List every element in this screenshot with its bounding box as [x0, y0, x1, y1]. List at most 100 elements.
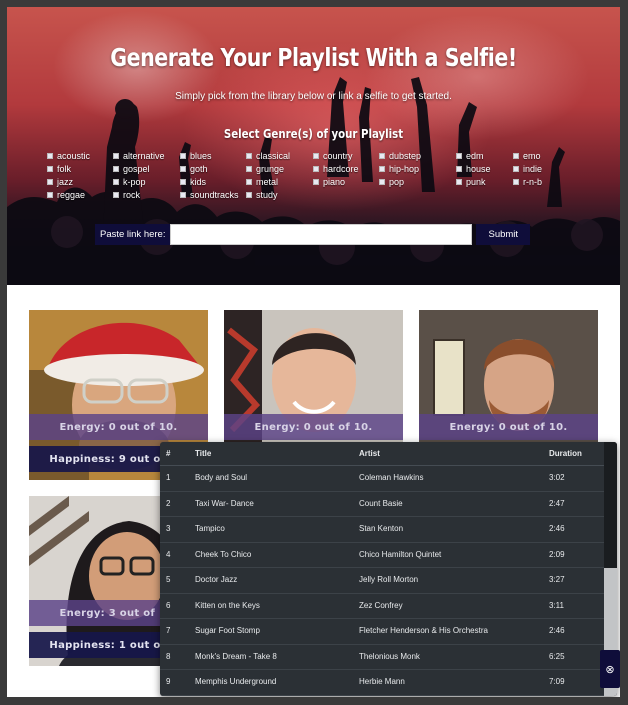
table-row[interactable]: 7 Sugar Foot Stomp Fletcher Henderson & Hi… [160, 619, 604, 645]
genre-checkbox[interactable] [246, 192, 252, 198]
genre-checkbox[interactable] [246, 166, 252, 172]
table-row[interactable]: 8 Monk's Dream - Take 8 Thelonious Monk 6:2… [160, 645, 604, 670]
genre-option-house[interactable]: house [456, 163, 491, 175]
track-artist: Count Basie [359, 498, 403, 508]
genre-option-metal[interactable]: metal [246, 176, 278, 188]
genre-checkbox[interactable] [513, 153, 519, 159]
header-number: # [166, 449, 171, 458]
track-artist: Zez Confrey [359, 600, 403, 610]
track-artist: Jelly Roll Morton [359, 575, 419, 584]
genre-checkbox[interactable] [180, 153, 186, 159]
track-title: Doctor Jazz [195, 575, 238, 584]
genre-label: emo [523, 151, 541, 161]
table-row[interactable]: 5 Doctor Jazz Jelly Roll Morton 3:27 [160, 568, 604, 594]
playlist-table: # Title Artist Duration 1 Body and Soul Co… [160, 442, 604, 696]
genre-option-rock[interactable]: rock [113, 189, 140, 201]
track-title: Cheek To Chico [195, 549, 252, 559]
genre-label: metal [256, 177, 279, 187]
genre-option-r-n-b[interactable]: r-n-b [513, 176, 542, 188]
genre-checkbox[interactable] [456, 153, 462, 159]
track-title: Tampico [195, 524, 225, 533]
genre-option-dubstep[interactable]: dubstep [379, 150, 421, 162]
genre-checkbox[interactable] [513, 166, 519, 172]
track-number: 1 [166, 473, 171, 482]
genre-label: study [256, 190, 278, 200]
genre-option-piano[interactable]: piano [313, 176, 345, 188]
genre-option-hardcore[interactable]: hardcore [313, 163, 359, 175]
genre-checkbox[interactable] [246, 179, 252, 185]
track-duration: 3:27 [549, 575, 565, 584]
table-row[interactable]: 2 Taxi War- Dance Count Basie 2:47 [160, 492, 604, 517]
table-row[interactable]: 4 Cheek To Chico Chico Hamilton Quintet 2:0… [160, 543, 604, 568]
genre-option-edm[interactable]: edm [456, 150, 484, 162]
genre-option-jazz[interactable]: jazz [47, 176, 73, 188]
track-title: Kitten on the Keys [195, 600, 260, 610]
genre-option-folk[interactable]: folk [47, 163, 71, 175]
genre-checkbox[interactable] [313, 153, 319, 159]
genre-checkbox[interactable] [47, 192, 53, 198]
genre-checkbox[interactable] [180, 192, 186, 198]
track-artist: Chico Hamilton Quintet [359, 549, 442, 559]
genre-option-blues[interactable]: blues [180, 150, 212, 162]
genre-label: hardcore [323, 164, 359, 174]
genre-checkbox[interactable] [180, 166, 186, 172]
genre-option-gospel[interactable]: gospel [113, 163, 150, 175]
genre-checkbox[interactable] [313, 166, 319, 172]
genre-option-indie[interactable]: indie [513, 163, 542, 175]
track-duration: 3:11 [549, 600, 564, 610]
table-row[interactable]: 9 Memphis Underground Herbie Mann 7:09 [160, 670, 604, 696]
genre-option-country[interactable]: country [313, 150, 353, 162]
table-row[interactable]: 3 Tampico Stan Kenton 2:46 [160, 517, 604, 543]
genre-checkbox[interactable] [47, 166, 53, 172]
genre-checkbox[interactable] [513, 179, 519, 185]
genre-checkbox[interactable] [113, 153, 119, 159]
genre-label: r-n-b [523, 177, 543, 187]
genre-option-alternative[interactable]: alternative [113, 150, 165, 162]
table-header-row: # Title Artist Duration [160, 442, 604, 466]
track-number: 8 [166, 651, 171, 661]
submit-button[interactable]: Submit [476, 224, 531, 245]
genre-option-reggae[interactable]: reggae [47, 189, 85, 201]
genre-label: kids [190, 177, 207, 187]
genre-checkbox[interactable] [379, 153, 385, 159]
genre-heading: Select Genre(s) of your Playlist [223, 127, 404, 141]
app-frame: Generate Your Playlist With a Selfie! Si… [7, 7, 620, 697]
genre-checkbox[interactable] [313, 179, 319, 185]
genre-option-hip-hop[interactable]: hip-hop [379, 163, 419, 175]
genre-option-emo[interactable]: emo [513, 150, 541, 162]
genre-checkbox[interactable] [246, 153, 252, 159]
genre-checkbox[interactable] [456, 166, 462, 172]
genre-checkbox[interactable] [47, 179, 53, 185]
track-artist: Herbie Mann [359, 677, 405, 686]
genre-checkbox[interactable] [379, 166, 385, 172]
header-title: Title [195, 449, 212, 458]
track-title: Sugar Foot Stomp [195, 626, 260, 635]
genre-option-soundtracks[interactable]: soundtracks [180, 189, 239, 201]
genre-option-kids[interactable]: kids [180, 176, 206, 188]
genre-label: pop [389, 177, 405, 187]
genre-option-acoustic[interactable]: acoustic [47, 150, 90, 162]
link-input[interactable] [170, 224, 473, 245]
genre-option-goth[interactable]: goth [180, 163, 208, 175]
genre-option-grunge[interactable]: grunge [246, 163, 284, 175]
track-number: 5 [166, 575, 171, 584]
genre-option-study[interactable]: study [246, 189, 278, 201]
genre-label: jazz [57, 177, 74, 187]
genre-option-classical[interactable]: classical [246, 150, 290, 162]
table-row[interactable]: 6 Kitten on the Keys Zez Confrey 3:11 [160, 594, 604, 619]
genre-checkbox[interactable] [456, 179, 462, 185]
close-circle-icon[interactable]: ⊗ [600, 650, 620, 688]
genre-checkbox[interactable] [113, 179, 119, 185]
track-number: 9 [166, 677, 171, 686]
genre-checkbox[interactable] [180, 179, 186, 185]
genre-checkbox[interactable] [379, 179, 385, 185]
genre-checkbox[interactable] [113, 166, 119, 172]
table-row[interactable]: 1 Body and Soul Coleman Hawkins 3:02 [160, 466, 604, 492]
genre-checkbox[interactable] [113, 192, 119, 198]
genre-checkbox[interactable] [47, 153, 53, 159]
track-duration: 2:46 [549, 626, 565, 635]
genre-option-k-pop[interactable]: k-pop [113, 176, 146, 188]
genre-label: hip-hop [389, 164, 420, 174]
genre-option-pop[interactable]: pop [379, 176, 404, 188]
genre-option-punk[interactable]: punk [456, 176, 486, 188]
